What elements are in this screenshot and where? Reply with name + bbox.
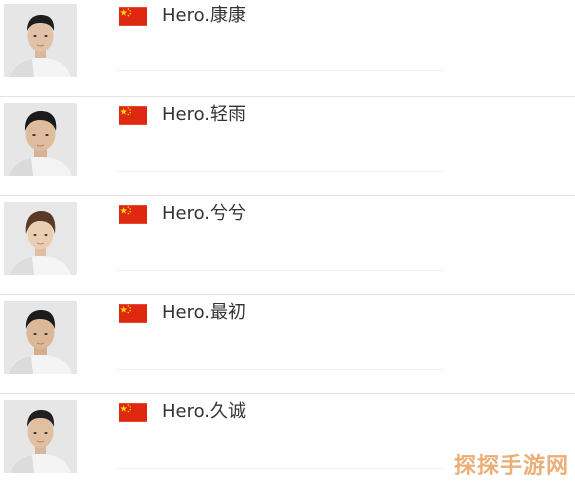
row-divider xyxy=(0,294,575,295)
player-row[interactable]: Hero.轻雨 xyxy=(0,99,575,198)
row-divider xyxy=(0,96,575,97)
player-avatar xyxy=(4,4,77,77)
row-divider xyxy=(115,468,445,469)
player-roster: Hero.康康 Hero.轻雨 Hero.兮兮 Hero.最初 Hero.久诚 xyxy=(0,0,575,484)
player-avatar xyxy=(4,103,77,176)
player-row[interactable]: Hero.康康 xyxy=(0,0,575,99)
row-divider xyxy=(115,171,445,172)
row-divider xyxy=(115,270,445,271)
row-divider xyxy=(0,195,575,196)
china-flag-icon xyxy=(119,403,147,422)
player-name[interactable]: Hero.康康 xyxy=(162,5,246,27)
player-name[interactable]: Hero.最初 xyxy=(162,302,246,324)
player-avatar xyxy=(4,301,77,374)
row-divider xyxy=(115,369,445,370)
player-name[interactable]: Hero.兮兮 xyxy=(162,203,246,225)
player-name[interactable]: Hero.轻雨 xyxy=(162,104,246,126)
player-row[interactable]: Hero.兮兮 xyxy=(0,198,575,297)
player-row[interactable]: Hero.最初 xyxy=(0,297,575,396)
site-watermark: 探探手游网 xyxy=(453,454,569,479)
row-divider xyxy=(0,393,575,394)
player-row[interactable]: Hero.久诚 xyxy=(0,396,575,495)
row-divider xyxy=(115,70,445,71)
china-flag-icon xyxy=(119,7,147,26)
player-name[interactable]: Hero.久诚 xyxy=(162,401,246,423)
player-avatar xyxy=(4,400,77,473)
china-flag-icon xyxy=(119,205,147,224)
china-flag-icon xyxy=(119,106,147,125)
china-flag-icon xyxy=(119,304,147,323)
player-avatar xyxy=(4,202,77,275)
